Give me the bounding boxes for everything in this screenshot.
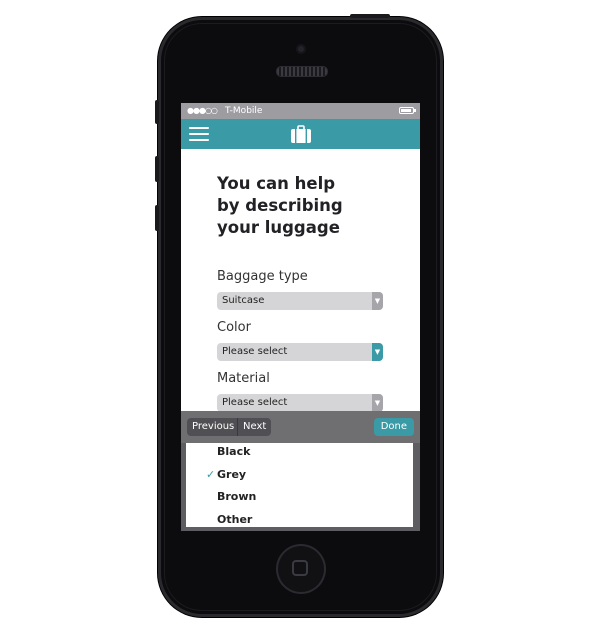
volume-down-button (155, 205, 159, 231)
keyboard-toolbar: Previous Next Done (181, 411, 420, 443)
picker-option-other[interactable]: Other (186, 509, 413, 527)
front-camera (296, 44, 306, 54)
option-label: Black (217, 445, 251, 458)
color-label: Color (217, 320, 251, 335)
picker-option-brown[interactable]: Brown (186, 486, 413, 508)
status-bar: ●●●○○ T-Mobile (181, 103, 420, 119)
material-select[interactable]: Please select ▼ (217, 394, 383, 412)
material-label: Material (217, 371, 270, 386)
dropdown-arrow-icon: ▼ (372, 343, 383, 361)
power-button (350, 14, 390, 18)
done-button[interactable]: Done (373, 418, 414, 436)
option-label: Brown (217, 490, 257, 503)
material-value: Please select (222, 397, 288, 408)
color-select[interactable]: Please select ▼ (217, 343, 383, 361)
baggage-type-value: Suitcase (222, 295, 265, 306)
home-square-icon (292, 560, 308, 576)
checkmark-icon: ✓ (206, 468, 216, 481)
color-picker: Black ✓ Grey Brown Other (186, 443, 413, 527)
picker-option-black[interactable]: Black (186, 443, 413, 463)
hamburger-menu-icon[interactable] (189, 126, 209, 142)
battery-icon (399, 107, 416, 114)
form-content: You can help by describing your luggage … (217, 173, 387, 412)
volume-up-button (155, 156, 159, 182)
option-label: Other (217, 513, 253, 526)
app-header (181, 119, 420, 149)
baggage-type-select[interactable]: Suitcase ▼ (217, 292, 383, 310)
carrier-name: T-Mobile (225, 106, 263, 116)
next-button[interactable]: Next (237, 418, 272, 436)
baggage-type-label: Baggage type (217, 269, 308, 284)
dropdown-arrow-icon: ▼ (372, 394, 383, 412)
dropdown-arrow-icon: ▼ (372, 292, 383, 310)
earpiece-speaker (276, 66, 328, 77)
picker-option-grey[interactable]: ✓ Grey (186, 464, 413, 486)
suitcase-icon (291, 125, 311, 143)
option-label: Grey (217, 468, 247, 481)
screen: ●●●○○ T-Mobile You can help by describin… (181, 103, 420, 531)
signal-strength-icon: ●●●○○ (187, 106, 218, 115)
page-title: You can help by describing your luggage (217, 174, 343, 237)
mute-switch (155, 100, 159, 124)
color-value: Please select (222, 346, 288, 357)
previous-button[interactable]: Previous (187, 418, 240, 436)
